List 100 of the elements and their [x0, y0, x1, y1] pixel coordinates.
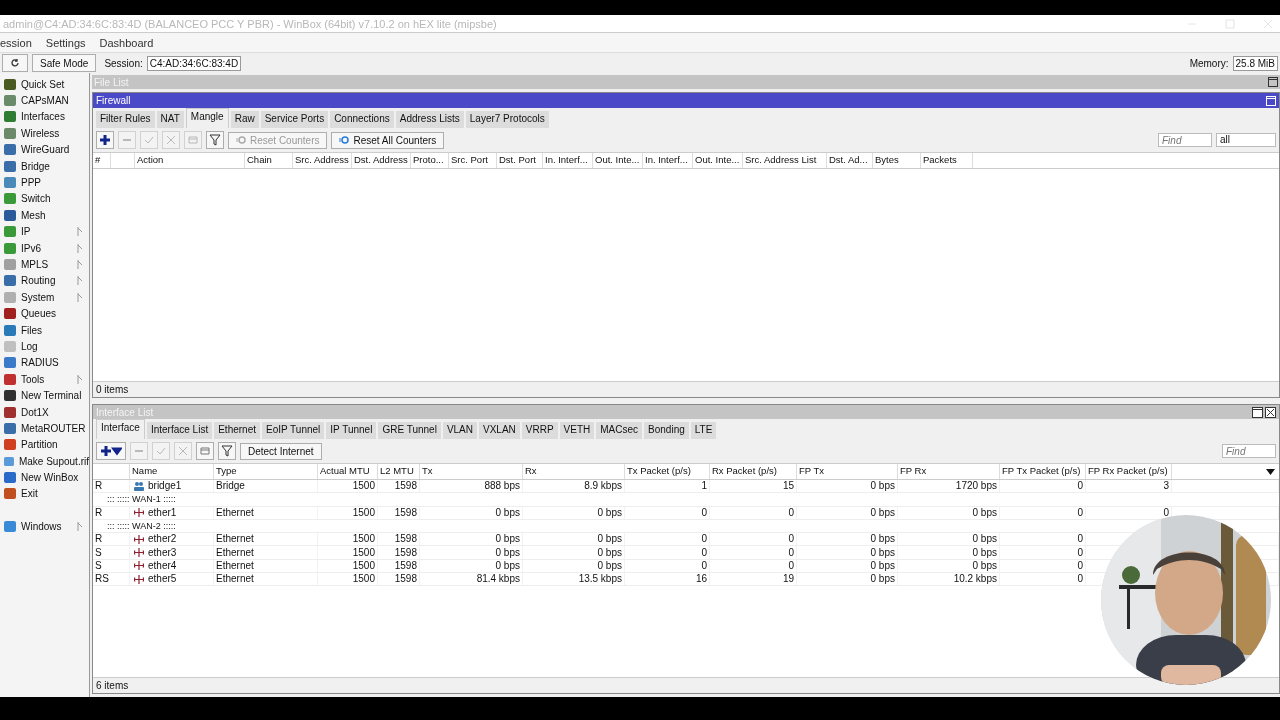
tab[interactable]: IP Tunnel: [326, 422, 377, 439]
sidebar-item[interactable]: Quick Set: [0, 76, 89, 93]
tab[interactable]: Interface: [96, 419, 145, 439]
sidebar-item[interactable]: Switch: [0, 190, 89, 208]
tab[interactable]: MACsec: [596, 422, 643, 439]
column-header[interactable]: Tx Packet (p/s): [625, 464, 710, 479]
maximize-icon[interactable]: [1252, 406, 1263, 418]
column-header[interactable]: FP Tx: [797, 464, 898, 479]
column-header[interactable]: Rx Packet (p/s): [710, 464, 797, 479]
add-button[interactable]: [96, 131, 114, 149]
column-header[interactable]: Dst. Ad...: [827, 153, 873, 168]
column-header[interactable]: Out. Inte...: [693, 153, 743, 168]
tab[interactable]: VXLAN: [479, 422, 520, 439]
flag-cell: R: [93, 506, 130, 519]
column-header[interactable]: Actual MTU: [318, 464, 378, 479]
sidebar-item[interactable]: System: [0, 289, 89, 306]
dropdown-arrow-icon[interactable]: [1266, 468, 1275, 475]
sidebar-item[interactable]: New WinBox: [0, 469, 89, 486]
tab[interactable]: Bonding: [644, 422, 689, 439]
sidebar-item[interactable]: Make Supout.rif: [0, 453, 89, 470]
filter-button[interactable]: [206, 131, 224, 149]
table-row[interactable]: R ether1 Ethernet 1500 1598 0 bps 0 bps 0 0 0 bps 0 bps 0 0: [93, 506, 1279, 520]
column-header[interactable]: Rx: [523, 464, 625, 479]
column-header[interactable]: Src. Address: [293, 153, 352, 168]
column-header[interactable]: Out. Inte...: [593, 153, 643, 168]
column-header[interactable]: Type: [214, 464, 318, 479]
sidebar-item[interactable]: Exit: [0, 485, 89, 503]
sidebar-item[interactable]: Wireless: [0, 125, 89, 142]
sidebar-item[interactable]: IP: [0, 223, 89, 240]
table-cell: ether4: [148, 559, 177, 572]
sidebar-item[interactable]: Mesh: [0, 207, 89, 224]
column-header[interactable]: Dst. Address: [352, 153, 411, 168]
column-header[interactable]: Bytes: [873, 153, 921, 168]
close-icon[interactable]: [1265, 406, 1276, 418]
column-header[interactable]: Dst. Port: [497, 153, 543, 168]
column-header[interactable]: Src. Port: [449, 153, 497, 168]
sidebar-item[interactable]: Interfaces: [0, 108, 89, 126]
sidebar-item[interactable]: MPLS: [0, 256, 89, 273]
menu-item[interactable]: Dashboard: [99, 36, 154, 49]
detect-internet-button[interactable]: Detect Internet: [240, 442, 322, 460]
menu-item[interactable]: Settings: [45, 36, 86, 49]
tab[interactable]: GRE Tunnel: [378, 422, 441, 439]
tab[interactable]: Filter Rules: [96, 111, 155, 128]
sidebar-item[interactable]: Tools: [0, 371, 89, 388]
sidebar-item[interactable]: Bridge: [0, 157, 89, 175]
tab[interactable]: VRRP: [521, 422, 558, 439]
column-header[interactable]: Proto...: [411, 153, 449, 168]
column-header[interactable]: Chain: [245, 153, 293, 168]
column-header[interactable]: In. Interf...: [643, 153, 693, 168]
refresh-button[interactable]: [2, 54, 28, 72]
sidebar-item[interactable]: Dot1X: [0, 403, 89, 421]
sidebar-item[interactable]: Routing: [0, 272, 89, 290]
tab[interactable]: Interface List: [146, 422, 213, 439]
sidebar-item[interactable]: MetaROUTER: [0, 420, 89, 437]
sidebar-item[interactable]: New Terminal: [0, 387, 89, 404]
sidebar-item[interactable]: RADIUS: [0, 354, 89, 372]
reset-counters-button[interactable]: Reset All Counters: [331, 131, 445, 149]
sidebar-item[interactable]: Partition: [0, 436, 89, 453]
column-header[interactable]: L2 MTU: [378, 464, 420, 479]
column-header[interactable]: Tx: [420, 464, 523, 479]
tab[interactable]: VETH: [559, 422, 595, 439]
sidebar-item[interactable]: Files: [0, 321, 89, 339]
tab[interactable]: Connections: [330, 111, 394, 128]
sidebar-item[interactable]: Log: [0, 338, 89, 355]
column-header[interactable]: Name: [130, 464, 214, 479]
filter-dropdown[interactable]: all: [1216, 133, 1276, 147]
column-header[interactable]: Action: [135, 153, 245, 168]
maximize-icon[interactable]: [1268, 77, 1278, 87]
tab[interactable]: VLAN: [442, 422, 477, 439]
sidebar-item[interactable]: Windows: [0, 518, 89, 535]
tab[interactable]: Service Ports: [260, 111, 329, 128]
column-header[interactable]: FP Rx: [898, 464, 1000, 479]
tab[interactable]: Layer7 Protocols: [465, 111, 549, 128]
comment-button[interactable]: [196, 442, 214, 460]
column-header[interactable]: Src. Address List: [743, 153, 827, 168]
column-header[interactable]: Packets: [921, 153, 973, 168]
add-button[interactable]: [96, 442, 126, 460]
table-row[interactable]: R bridge1 Bridge 1500 1598 888 bps 8.9 kbps 1 15 0 bps 1720 bps 0 3: [93, 480, 1279, 494]
tab[interactable]: Ethernet: [214, 422, 260, 439]
find-field[interactable]: Find: [1158, 133, 1212, 147]
sidebar-item[interactable]: CAPsMAN: [0, 92, 89, 109]
column-header[interactable]: FP Rx Packet (p/s): [1086, 464, 1172, 479]
tab[interactable]: Raw: [230, 111, 259, 128]
filter-button[interactable]: [218, 442, 236, 460]
sidebar-item[interactable]: WireGuard: [0, 141, 89, 158]
find-field[interactable]: Find: [1222, 444, 1276, 458]
tab[interactable]: Address Lists: [395, 111, 464, 128]
column-header[interactable]: FP Tx Packet (p/s): [1000, 464, 1086, 479]
tab[interactable]: NAT: [156, 111, 184, 128]
sidebar-item[interactable]: IPv6: [0, 239, 89, 257]
session-field[interactable]: C4:AD:34:6C:83:4D: [146, 55, 242, 71]
menu-item[interactable]: ession: [0, 36, 32, 49]
column-header[interactable]: In. Interf...: [543, 153, 593, 168]
safe-mode-button[interactable]: Safe Mode: [32, 54, 97, 72]
column-header[interactable]: #: [93, 153, 111, 168]
tab[interactable]: EoIP Tunnel: [262, 422, 325, 439]
sidebar-item[interactable]: PPP: [0, 174, 89, 191]
tab[interactable]: LTE: [690, 422, 717, 439]
tab[interactable]: Mangle: [185, 108, 229, 128]
sidebar-item[interactable]: Queues: [0, 305, 89, 322]
